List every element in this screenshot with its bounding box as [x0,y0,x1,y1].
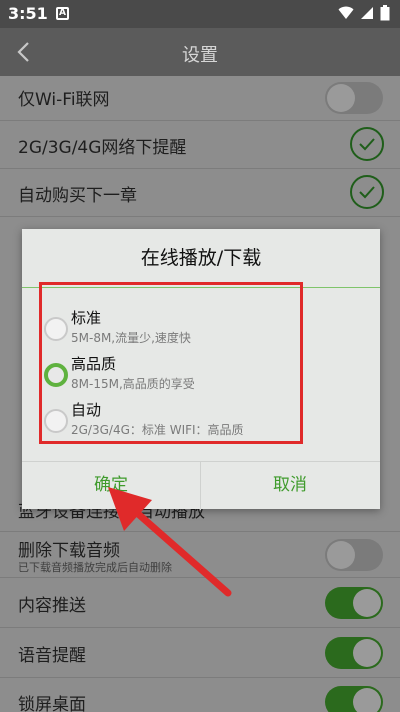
toggle-knob [327,541,355,569]
setting-label: 仅Wi-Fi联网 [18,90,110,110]
battery-icon [380,5,390,21]
auto-buy-check[interactable] [350,175,384,209]
wifi-icon [338,6,354,19]
toggle-knob [353,639,381,667]
setting-delete-downloads[interactable]: 删除下载音频 已下载音频播放完成后自动删除 [0,532,400,578]
toggle-knob [353,688,381,712]
setting-label: 内容推送 [18,596,86,616]
check-icon [359,138,375,151]
setting-voice-reminder[interactable]: 语音提醒 [0,628,400,678]
delete-downloads-toggle[interactable] [325,539,383,571]
setting-label: 删除下载音频 [18,541,120,561]
setting-label: 2G/3G/4G网络下提醒 [18,138,187,158]
toggle-knob [327,84,355,112]
quality-dialog: 在线播放/下载 标准 5M-8M,流量少,速度快 高品质 8M-15M,高品质的… [22,229,380,510]
confirm-button[interactable]: 确定 [22,462,200,510]
dialog-title: 在线播放/下载 [140,247,262,269]
lock-screen-toggle[interactable] [325,686,383,712]
toggle-knob [353,589,381,617]
setting-mobile-alert[interactable]: 2G/3G/4G网络下提醒 [0,121,400,169]
setting-sublabel: 已下载音频播放完成后自动删除 [18,561,172,574]
voice-reminder-toggle[interactable] [325,637,383,669]
system-icons [338,5,390,21]
annotation-highlight-box [39,282,303,444]
setting-lock-screen[interactable]: 锁屏桌面 [0,678,400,712]
notification-icon: A [56,7,69,20]
page-title: 设置 [182,45,218,66]
mobile-alert-check[interactable] [350,127,384,161]
check-icon [359,186,375,199]
signal-icon [361,7,373,19]
cancel-button[interactable]: 取消 [201,462,379,510]
dialog-buttons: 确定 取消 [22,461,380,510]
setting-auto-buy[interactable]: 自动购买下一章 [0,169,400,217]
status-time: 3:51 [8,4,48,23]
app-bar: 设置 [0,28,400,76]
setting-label: 锁屏桌面 [18,695,86,712]
content-push-toggle[interactable] [325,587,383,619]
setting-label: 自动购买下一章 [18,186,137,206]
wifi-only-toggle[interactable] [325,82,383,114]
status-bar: 3:51 A [0,0,400,28]
setting-label: 语音提醒 [18,646,86,666]
setting-wifi-only[interactable]: 仅Wi-Fi联网 [0,76,400,121]
setting-content-push[interactable]: 内容推送 [0,578,400,628]
